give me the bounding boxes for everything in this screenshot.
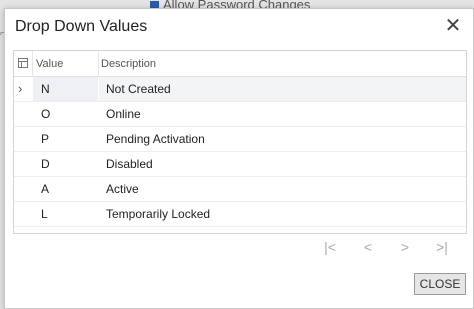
column-divider [98, 51, 99, 76]
last-page-icon[interactable]: >| [432, 237, 452, 257]
next-page-icon[interactable]: > [395, 237, 415, 257]
cell-value[interactable]: L [33, 202, 98, 226]
cell-value[interactable]: N [33, 77, 98, 101]
drop-down-values-dialog: Drop Down Values ✕ Value Description › N… [4, 8, 474, 309]
table-row[interactable]: D Disabled [14, 152, 466, 177]
dialog-title-bar: Drop Down Values ✕ [5, 9, 473, 45]
cell-description[interactable]: Not Created [99, 77, 466, 101]
cell-description[interactable]: Disabled [99, 152, 466, 176]
dialog-title: Drop Down Values [15, 18, 148, 35]
close-icon[interactable]: ✕ [443, 15, 463, 37]
column-header-description[interactable]: Description [101, 58, 156, 70]
cell-description[interactable]: Online [99, 102, 466, 126]
first-page-icon[interactable]: |< [320, 237, 340, 257]
values-grid: Value Description › N Not Created O Onli… [13, 50, 467, 234]
cell-description[interactable]: Pending Activation [99, 127, 466, 151]
current-row-chevron-icon: › [18, 81, 23, 96]
table-row[interactable]: L Temporarily Locked [14, 202, 466, 227]
table-row[interactable]: › N Not Created [14, 77, 466, 102]
table-row[interactable]: O Online [14, 102, 466, 127]
column-divider [32, 51, 33, 76]
table-row[interactable]: P Pending Activation [14, 127, 466, 152]
cell-value[interactable]: P [33, 127, 98, 151]
grid-header: Value Description [14, 51, 466, 77]
column-chooser-icon[interactable] [14, 51, 32, 76]
cell-description[interactable]: Temporarily Locked [99, 202, 466, 226]
table-row[interactable]: A Active [14, 177, 466, 202]
cell-value[interactable]: D [33, 152, 98, 176]
cell-description[interactable]: Active [99, 177, 466, 201]
pager: |< < > >| [320, 237, 460, 257]
previous-page-icon[interactable]: < [358, 237, 378, 257]
close-button[interactable]: CLOSE [414, 273, 466, 295]
column-header-value[interactable]: Value [36, 58, 63, 70]
cell-value[interactable]: O [33, 102, 98, 126]
cell-value[interactable]: A [33, 177, 98, 201]
